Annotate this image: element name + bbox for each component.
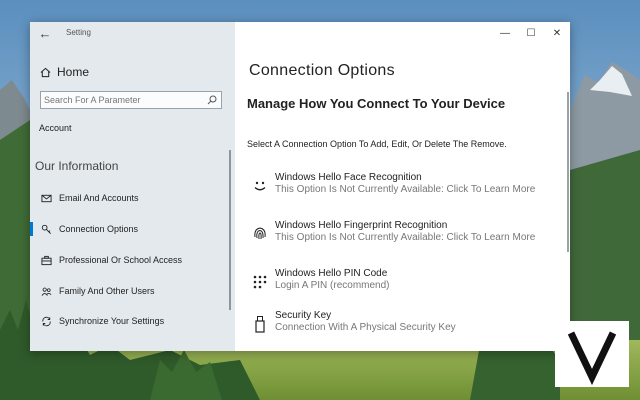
close-button[interactable]: ✕ [544,22,570,44]
sidebar-item-label: Professional Or School Access [59,255,183,265]
v-logo-icon [555,321,629,387]
maximize-button[interactable]: ☐ [518,22,544,44]
page-title: Connection Options [249,62,395,79]
main-content: — ☐ ✕ Connection Options Manage How You … [235,22,570,351]
watermark-logo [555,321,629,387]
home-icon [40,67,51,77]
pin-keypad-icon [249,271,271,293]
home-label: Home [57,65,90,79]
window-title: Setting [66,28,91,37]
back-arrow-icon: ← [38,26,52,41]
search-input[interactable]: Search For A Parameter [40,91,222,109]
account-category: Account [39,123,72,133]
search-placeholder: Search For A Parameter [44,95,141,105]
section-heading: Manage How You Connect To Your Device [247,96,506,111]
option-security-key[interactable]: Security Key Connection With A Physical … [249,310,549,350]
sidebar-item-email-accounts[interactable]: Email And Accounts [30,188,235,208]
option-title: Windows Hello Face Recognition [275,172,422,183]
people-icon [39,284,53,298]
briefcase-icon [39,253,53,267]
sidebar: ← Setting Home Search For A Parameter Ac… [30,22,235,351]
sidebar-scrollbar[interactable] [229,150,231,310]
smiley-face-icon [249,175,271,197]
option-description: This Option Is Not Currently Available: … [275,232,536,243]
settings-window: ← Setting Home Search For A Parameter Ac… [30,22,570,351]
search-icon [207,95,217,105]
option-description: Login A PIN (recommend) [275,280,390,291]
sidebar-item-work-school[interactable]: Professional Or School Access [30,250,235,270]
mail-icon [39,191,53,205]
sync-icon [39,314,53,328]
option-face-recognition[interactable]: Windows Hello Face Recognition This Opti… [249,172,549,212]
content-scrollbar[interactable] [567,92,569,252]
sidebar-item-family-users[interactable]: Family And Other Users [30,281,235,301]
sidebar-item-sync-settings[interactable]: Synchronize Your Settings [30,311,235,331]
sidebar-item-connection-options[interactable]: Connection Options [30,219,235,239]
section-title: Our Information [35,159,119,173]
option-fingerprint-recognition[interactable]: Windows Hello Fingerprint Recognition Th… [249,220,549,260]
option-title: Windows Hello Fingerprint Recognition [275,220,448,231]
option-pin-code[interactable]: Windows Hello PIN Code Login A PIN (reco… [249,268,549,308]
active-indicator [30,222,33,236]
option-title: Security Key [275,310,332,321]
sidebar-item-label: Connection Options [59,224,139,234]
option-description: Connection With A Physical Security Key [275,322,456,333]
back-button[interactable]: ← [36,26,54,42]
option-description: This Option Is Not Currently Available: … [275,184,536,195]
sidebar-item-label: Synchronize Your Settings [59,316,165,326]
key-icon [39,222,53,236]
home-link[interactable]: Home [40,64,89,80]
option-title: Windows Hello PIN Code [275,268,388,279]
window-controls: — ☐ ✕ [492,22,570,44]
section-description: Select A Connection Option To Add, Edit,… [247,139,507,149]
sidebar-item-label: Family And Other Users [59,286,155,296]
fingerprint-icon [249,223,271,245]
minimize-button[interactable]: — [492,22,518,44]
usb-key-icon [249,313,271,335]
sidebar-item-label: Email And Accounts [59,193,139,203]
